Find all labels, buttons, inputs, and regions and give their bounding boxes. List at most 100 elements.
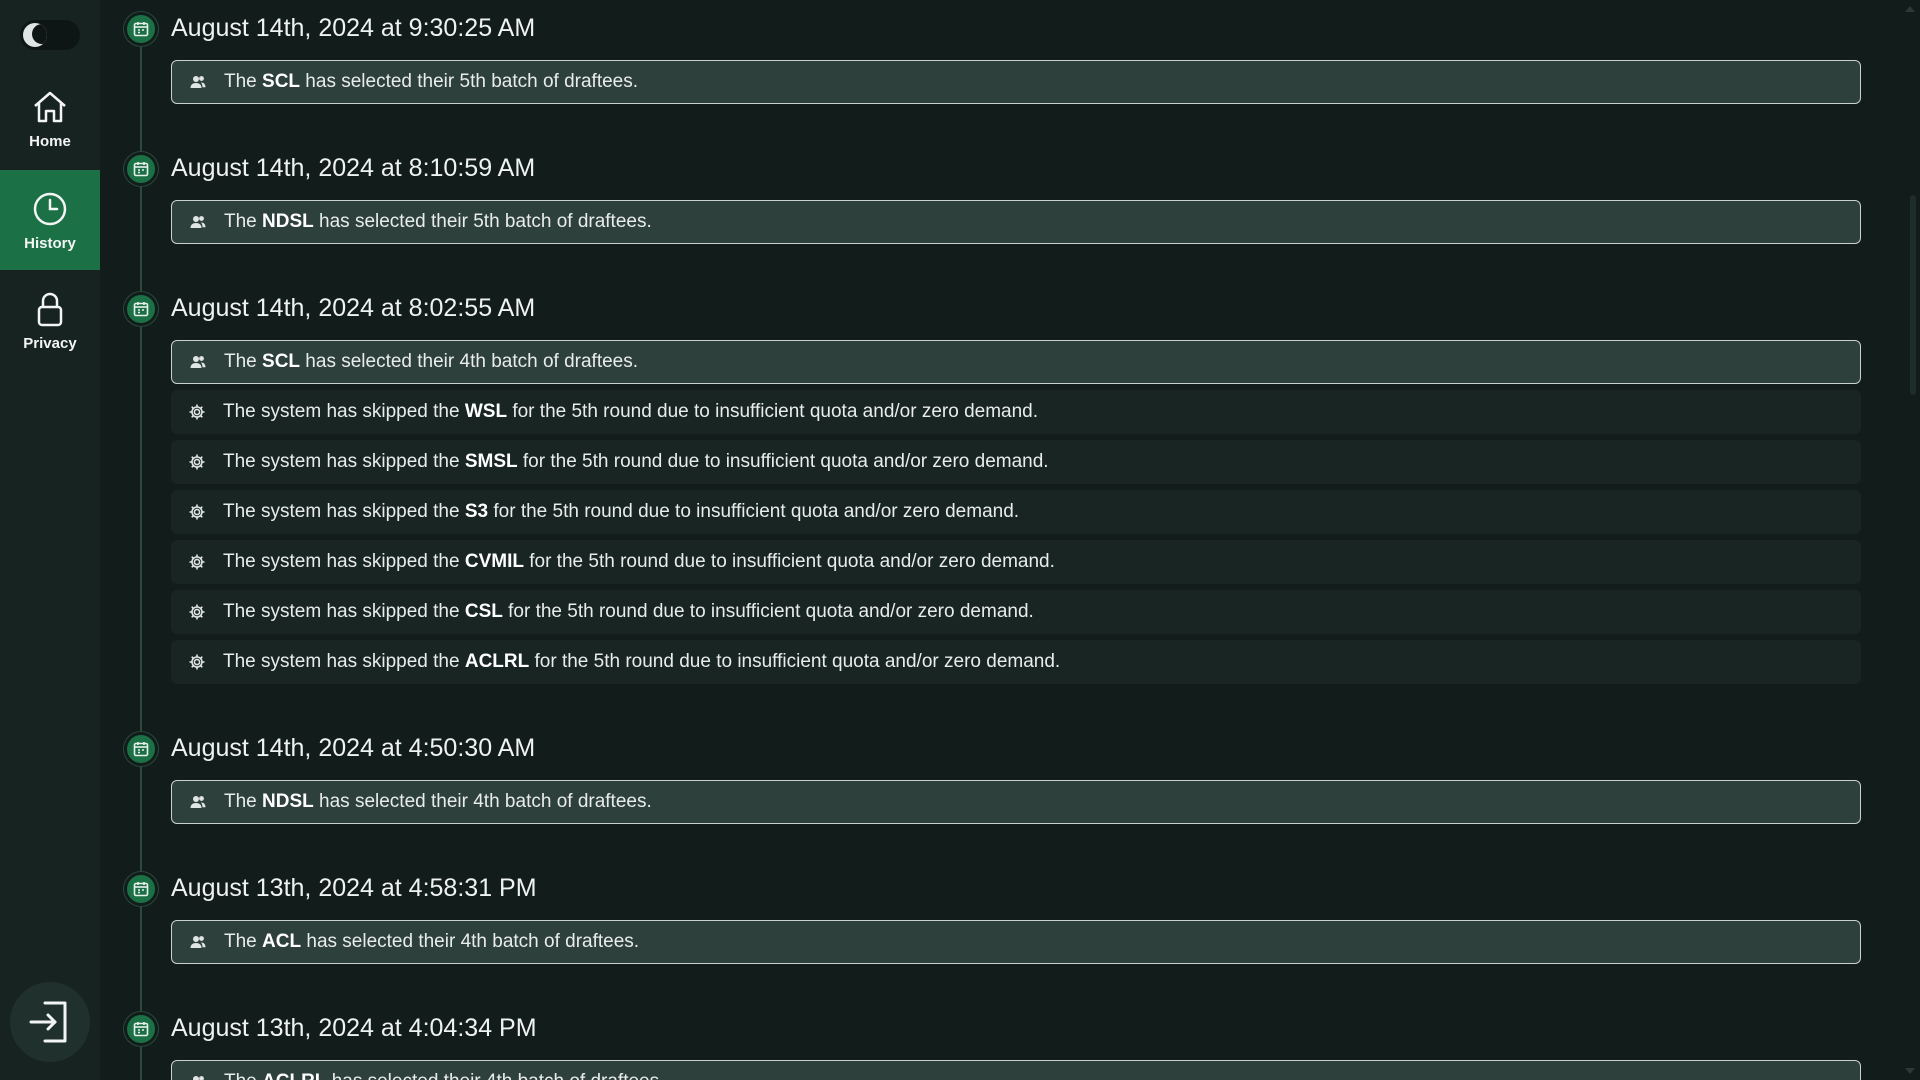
calendar-icon xyxy=(133,22,149,37)
entry-text: The system has skipped the CSL for the 5… xyxy=(223,601,1034,623)
timeline-marker xyxy=(124,12,158,46)
draft-entry: The SCL has selected their 5th batch of … xyxy=(171,60,1861,104)
system-entry: The system has skipped the ACLRL for the… xyxy=(171,640,1861,684)
entry-text: The system has skipped the SMSL for the … xyxy=(223,451,1049,473)
entry-text-prefix: The xyxy=(224,931,263,952)
entry-text-suffix: for the 5th round due to insufficient qu… xyxy=(529,651,1061,672)
system-entry: The system has skipped the WSL for the 5… xyxy=(171,390,1861,434)
timeline-marker xyxy=(124,292,158,326)
logout-icon xyxy=(29,1001,67,1043)
league-name: CSL xyxy=(464,601,503,622)
entry-text-prefix: The xyxy=(224,791,263,812)
league-name: SMSL xyxy=(464,451,518,472)
entry-text-suffix: has selected their 5th batch of draftees… xyxy=(300,71,639,92)
timeline-marker xyxy=(124,1012,158,1046)
entry-text-prefix: The system has skipped the xyxy=(223,401,465,422)
history-timeline: August 14th, 2024 at 9:30:25 AM The SCL h… xyxy=(100,0,1902,1080)
entry-text-prefix: The system has skipped the xyxy=(223,601,465,622)
users-icon-wrap xyxy=(172,353,224,371)
entry-text-prefix: The system has skipped the xyxy=(223,501,465,522)
users-icon xyxy=(190,796,206,808)
lock-icon xyxy=(37,292,63,326)
entry-text-prefix: The xyxy=(224,211,263,232)
theme-toggle[interactable] xyxy=(20,20,80,50)
entry-text-suffix: has selected their 5th batch of draftees… xyxy=(313,211,652,232)
draft-entry: The NDSL has selected their 5th batch of… xyxy=(171,200,1861,244)
timeline-marker xyxy=(124,152,158,186)
entry-text-suffix: for the 5th round due to insufficient qu… xyxy=(523,551,1055,572)
calendar-icon xyxy=(133,742,149,757)
sidebar: Home History Privacy xyxy=(0,0,100,1080)
league-name: NDSL xyxy=(262,791,314,812)
entry-text: The SCL has selected their 4th batch of … xyxy=(224,351,638,373)
logout-button[interactable] xyxy=(10,982,90,1062)
entry-text-prefix: The xyxy=(224,1071,262,1080)
entry-text-suffix: has selected their 4th batch of draftees… xyxy=(301,931,640,952)
entry-text-suffix: for the 5th round due to insufficient qu… xyxy=(517,451,1049,472)
entry-text: The SCL has selected their 5th batch of … xyxy=(224,71,638,93)
timeline-line xyxy=(140,30,142,1080)
event-timestamp: August 14th, 2024 at 9:30:25 AM xyxy=(171,14,536,42)
gear-icon xyxy=(189,654,205,670)
nav-privacy[interactable]: Privacy xyxy=(0,270,100,370)
nav-history-label: History xyxy=(24,234,76,252)
league-name: CVMIL xyxy=(464,551,524,572)
event-timestamp: August 13th, 2024 at 4:04:34 PM xyxy=(171,1014,537,1042)
entry-text-prefix: The xyxy=(224,351,263,372)
gear-icon xyxy=(189,404,205,420)
moon-icon xyxy=(23,23,47,47)
draft-entry: The NDSL has selected their 4th batch of… xyxy=(171,780,1861,824)
scrollbar[interactable] xyxy=(1902,0,1920,1080)
entry-text-prefix: The xyxy=(224,71,263,92)
entry-text-prefix: The system has skipped the xyxy=(223,451,465,472)
timeline-marker xyxy=(124,872,158,906)
event-timestamp: August 14th, 2024 at 4:50:30 AM xyxy=(171,734,536,762)
timeline-marker xyxy=(124,732,158,766)
event-timestamp: August 14th, 2024 at 8:10:59 AM xyxy=(171,154,536,182)
league-name: SCL xyxy=(262,351,301,372)
entry-text-suffix: has selected their 4th batch of draftees… xyxy=(326,1071,665,1080)
nav-home-label: Home xyxy=(29,132,71,150)
league-name: NDSL xyxy=(262,211,314,232)
league-name: ACL xyxy=(262,931,302,952)
users-icon xyxy=(190,356,206,368)
entry-text-suffix: has selected their 4th batch of draftees… xyxy=(300,351,639,372)
gear-icon xyxy=(189,604,205,620)
entry-text-suffix: for the 5th round due to insufficient qu… xyxy=(488,501,1020,522)
users-icon xyxy=(190,936,206,948)
calendar-icon xyxy=(133,882,149,897)
users-icon xyxy=(190,76,206,88)
system-entry: The system has skipped the CVMIL for the… xyxy=(171,540,1861,584)
system-entry: The system has skipped the SMSL for the … xyxy=(171,440,1861,484)
gear-icon-wrap xyxy=(171,553,223,571)
users-icon-wrap xyxy=(172,793,224,811)
gear-icon-wrap xyxy=(171,453,223,471)
draft-entry: The ACL has selected their 4th batch of … xyxy=(171,920,1861,964)
nav-home[interactable]: Home xyxy=(0,68,100,168)
event-timestamp: August 14th, 2024 at 8:02:55 AM xyxy=(171,294,536,322)
league-name: SCL xyxy=(262,71,301,92)
users-icon-wrap xyxy=(172,1073,224,1080)
nav-history[interactable]: History xyxy=(0,170,100,270)
entry-text: The system has skipped the CVMIL for the… xyxy=(223,551,1055,573)
gear-icon xyxy=(189,554,205,570)
league-name: ACLRL xyxy=(464,651,530,672)
draft-entry: The SCL has selected their 4th batch of … xyxy=(171,340,1861,384)
calendar-icon xyxy=(133,162,149,177)
event-timestamp: August 13th, 2024 at 4:58:31 PM xyxy=(171,874,537,902)
entry-text: The system has skipped the WSL for the 5… xyxy=(223,401,1038,423)
users-icon-wrap xyxy=(172,933,224,951)
scroll-up-arrow[interactable] xyxy=(1905,6,1915,12)
users-icon xyxy=(190,216,206,228)
league-name: S3 xyxy=(464,501,489,522)
clock-icon xyxy=(33,192,67,225)
home-icon xyxy=(34,91,66,122)
entry-text: The ACLRL has selected their 4th batch o… xyxy=(224,1071,664,1080)
scrollbar-thumb[interactable] xyxy=(1910,195,1916,395)
users-icon-wrap xyxy=(172,73,224,91)
scroll-down-arrow[interactable] xyxy=(1905,1068,1915,1074)
entry-text-prefix: The system has skipped the xyxy=(223,651,465,672)
entry-text: The ACL has selected their 4th batch of … xyxy=(224,931,639,953)
gear-icon-wrap xyxy=(171,503,223,521)
entry-text: The NDSL has selected their 4th batch of… xyxy=(224,791,652,813)
